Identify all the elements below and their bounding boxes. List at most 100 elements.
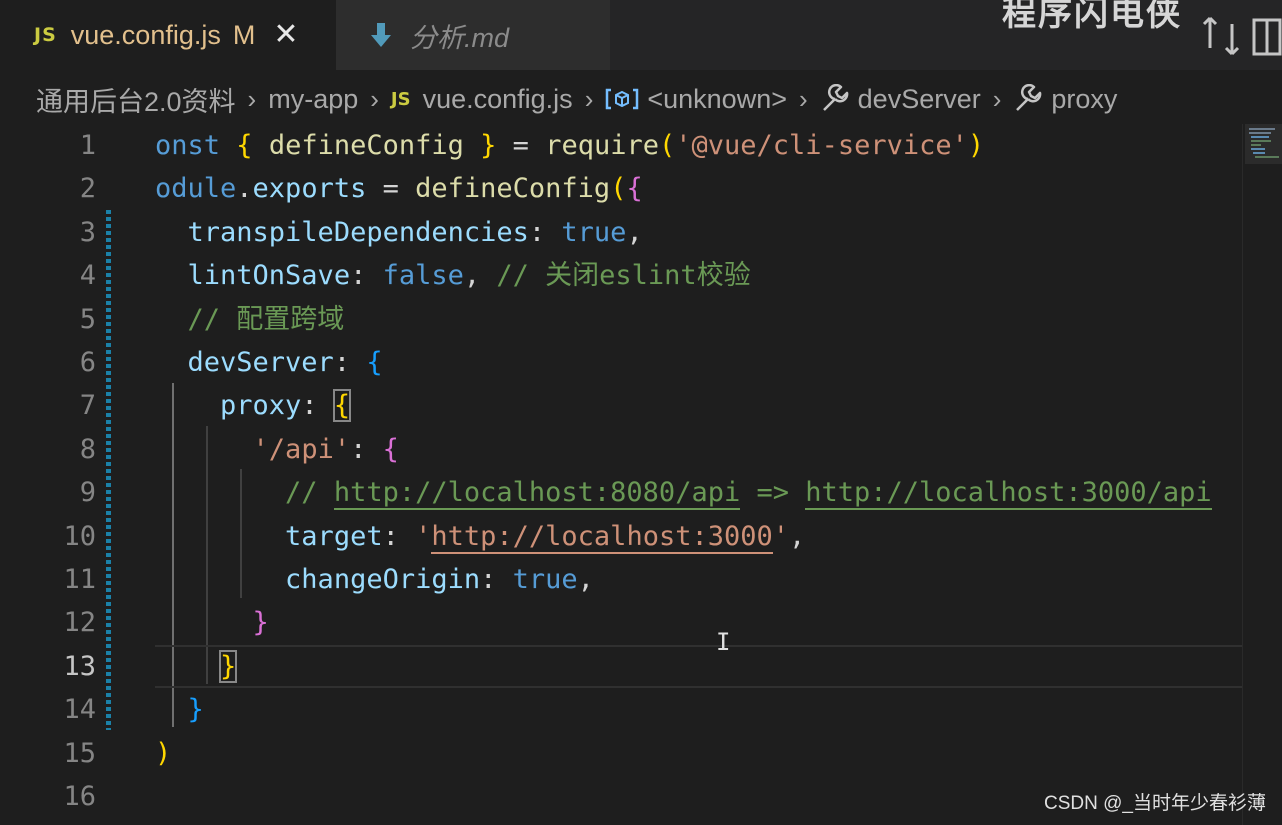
code-line[interactable]: 15) — [0, 732, 1242, 775]
code-text: // http://localhost:8080/api => http://l… — [155, 471, 1212, 514]
line-number: 4 — [79, 260, 96, 292]
minimap-line — [1251, 148, 1265, 150]
code-token: http://localhost:8080/api — [333, 477, 741, 511]
code-token: => — [740, 477, 806, 509]
code-token: '@vue/cli-service' — [675, 130, 968, 161]
code-text: onst { defineConfig } = require('@vue/cl… — [155, 124, 984, 167]
code-token: : — [350, 433, 383, 465]
js-file-icon: JS — [34, 24, 57, 46]
code-text: '/api': { — [155, 428, 399, 471]
code-token: defineConfig — [415, 173, 611, 205]
line-number: 3 — [79, 216, 96, 248]
code-token: // 配置跨域 — [187, 303, 345, 335]
code-token: transpileDependencies — [187, 216, 529, 248]
minimap-line — [1255, 156, 1279, 158]
breadcrumb: 通用后台2.0资料 › my-app › JS vue.config.js › … — [36, 72, 1276, 126]
code-editor[interactable]: 1 onst { defineConfig } = require('@vue/c… — [0, 124, 1242, 825]
code-line[interactable]: 7 proxy: { — [0, 384, 1242, 427]
code-token: { — [366, 347, 383, 378]
tab-vue-config-js[interactable]: JS vue.config.js M ✕ — [0, 0, 336, 70]
code-line[interactable]: 11 changeOrigin: true, — [0, 558, 1242, 601]
code-token: : — [350, 260, 383, 292]
chevron-right-icon: › — [992, 83, 1002, 114]
code-token: ) — [155, 737, 172, 769]
code-line[interactable]: 10 target: 'http://localhost:3000', — [0, 515, 1242, 558]
code-token: : — [382, 520, 416, 552]
code-text: ) — [155, 732, 171, 775]
code-line[interactable]: 9 // http://localhost:8080/api => http:/… — [0, 471, 1242, 514]
source-control-icon[interactable] — [1192, 10, 1282, 60]
line-number: 10 — [63, 520, 96, 552]
code-line[interactable]: 3 transpileDependencies: true, — [0, 211, 1242, 254]
wrench-icon — [822, 84, 848, 111]
code-text: } — [155, 645, 238, 688]
close-icon[interactable]: ✕ — [273, 20, 298, 50]
code-line[interactable]: 4 lintOnSave: false, // 关闭eslint校验 — [0, 254, 1242, 297]
code-token: ' — [415, 520, 432, 552]
code-token: onst — [155, 130, 237, 161]
code-token: proxy — [220, 390, 302, 422]
breadcrumb-item-folder[interactable]: 通用后台2.0资料 — [36, 80, 236, 119]
line-number: 6 — [79, 347, 96, 378]
line-number: 13 — [63, 650, 96, 682]
code-line[interactable]: 2 odule.exports = defineConfig({ — [0, 167, 1242, 210]
code-token: , — [789, 520, 806, 552]
tab-bar: JS vue.config.js M ✕ 分析.md 程序闪电侠 — [0, 0, 1282, 70]
code-text: lintOnSave: false, // 关闭eslint校验 — [155, 254, 751, 297]
breadcrumb-item-unknown[interactable]: <unknown> — [647, 84, 787, 115]
variable-icon — [606, 88, 639, 110]
line-number: 9 — [79, 477, 96, 509]
tab-label: vue.config.js — [70, 19, 221, 50]
code-token: true — [512, 564, 578, 595]
code-token: changeOrigin — [285, 564, 481, 595]
code-token: exports — [252, 173, 367, 205]
code-line[interactable]: 13 } — [0, 644, 1242, 688]
minimap[interactable] — [1242, 124, 1282, 825]
code-token: { — [332, 389, 352, 423]
code-line[interactable]: 12 } — [0, 601, 1242, 644]
minimap-line — [1249, 132, 1271, 134]
minimap-line — [1251, 144, 1261, 146]
line-number: 8 — [79, 433, 96, 465]
code-token: } — [480, 130, 497, 161]
code-line[interactable]: 1 onst { defineConfig } = require('@vue/c… — [0, 124, 1242, 167]
line-number: 5 — [79, 303, 96, 335]
breadcrumb-item-my-app[interactable]: my-app — [268, 84, 358, 115]
code-token: lintOnSave — [187, 260, 351, 292]
minimap-line — [1251, 140, 1271, 142]
line-number: 1 — [79, 130, 96, 161]
code-token: } — [187, 694, 204, 726]
code-token: } — [252, 607, 269, 639]
line-number: 2 — [79, 173, 96, 205]
code-line[interactable]: 6 devServer: { — [0, 341, 1242, 384]
code-token: { — [236, 130, 253, 161]
code-token: = — [366, 173, 416, 205]
tab-analysis-md[interactable]: 分析.md — [336, 0, 610, 70]
line-number: 11 — [63, 564, 96, 595]
code-text: target: 'http://localhost:3000', — [155, 515, 805, 558]
code-token: : — [528, 216, 562, 248]
breadcrumb-item-devserver[interactable]: devServer — [858, 84, 981, 115]
code-token: , — [626, 216, 643, 248]
code-line[interactable]: 5 // 配置跨域 — [0, 298, 1242, 341]
code-token: ( — [659, 130, 676, 161]
code-token: // — [285, 477, 334, 509]
breadcrumb-item-proxy[interactable]: proxy — [1051, 84, 1117, 115]
code-line[interactable]: 8 '/api': { — [0, 428, 1242, 471]
code-token: { — [382, 433, 399, 465]
code-token: require — [545, 130, 659, 161]
code-token: : — [333, 347, 367, 378]
breadcrumb-item-file[interactable]: vue.config.js — [423, 84, 573, 115]
code-token: false — [382, 260, 464, 292]
code-line[interactable]: 14 } — [0, 688, 1242, 731]
code-token: defineConfig — [268, 130, 464, 161]
line-number: 7 — [79, 390, 96, 422]
